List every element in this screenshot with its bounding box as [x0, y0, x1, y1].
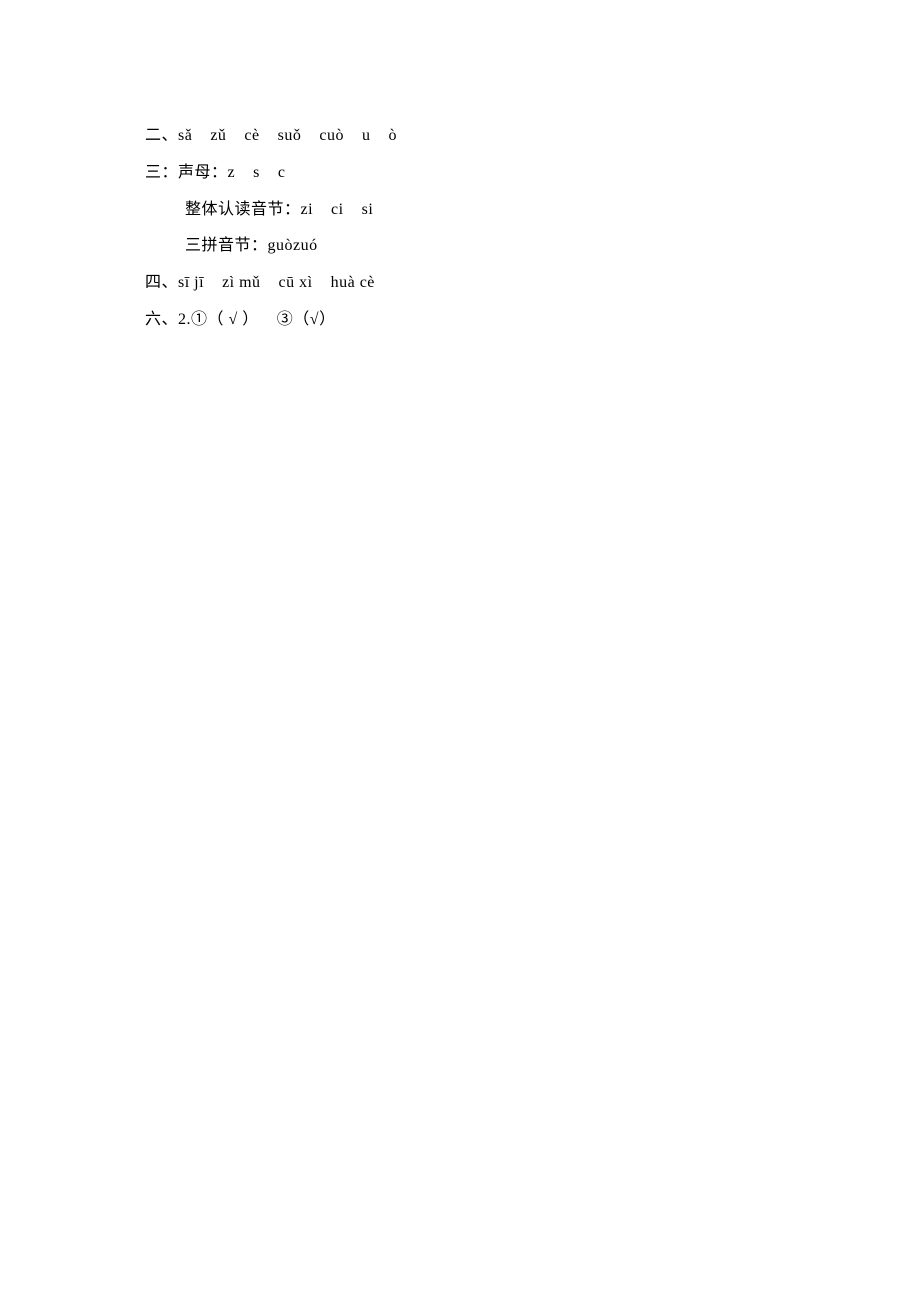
- answer-section-two: 二、sǎ zǔ cè suǒ cuò u ò: [145, 118, 920, 155]
- answer-section-three-shengmu: 三：声母：z s c: [145, 155, 920, 192]
- answer-section-three-sanpin: 三拼音节：guòzuó: [145, 228, 920, 265]
- answer-section-six: 六、2.①（ √ ） ③（√）: [145, 302, 920, 339]
- answer-section-three-zhengti: 整体认读音节：zi ci si: [145, 192, 920, 229]
- answer-section-four: 四、sī jī zì mǔ cū xì huà cè: [145, 265, 920, 302]
